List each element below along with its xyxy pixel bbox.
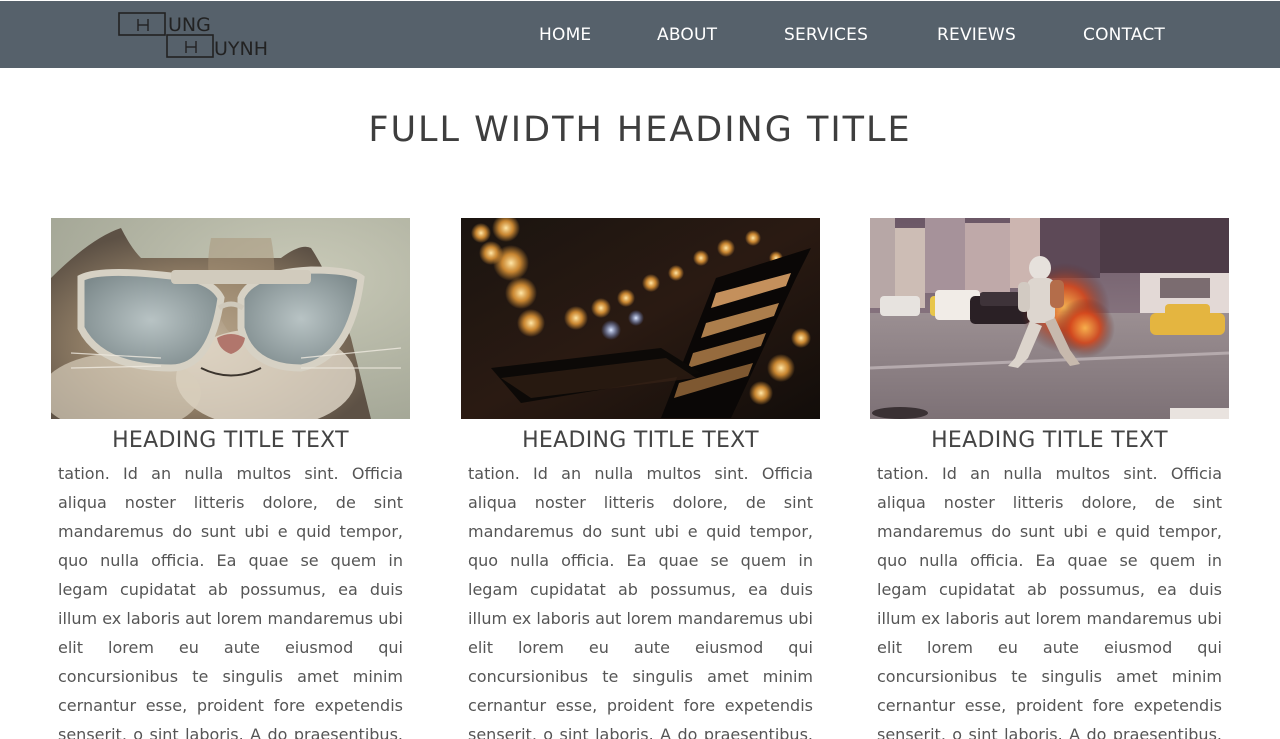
card-text: tation. Id an nulla multos sint. Officia… [58,464,403,739]
feature-card-3: HEADING TITLE TEXT tation. Id an nulla m… [870,218,1229,739]
card-image-astronaut [870,218,1229,419]
card-heading: HEADING TITLE TEXT [931,428,1168,453]
nav-home[interactable]: HOME [539,25,591,45]
card-text: tation. Id an nulla multos sint. Officia… [877,464,1222,739]
card-heading: HEADING TITLE TEXT [522,428,759,453]
card-image-cat [51,218,410,419]
nav-about[interactable]: ABOUT [657,25,717,45]
feature-card-2: HEADING TITLE TEXT tation. Id an nulla m… [461,218,820,739]
card-image-bench [461,218,820,419]
feature-card-1: HEADING TITLE TEXT tation. Id an nulla m… [51,218,410,739]
nav-services[interactable]: SERVICES [784,25,868,45]
nav-reviews[interactable]: REVIEWS [937,25,1016,45]
page-title: FULL WIDTH HEADING TITLE [368,110,912,150]
main-nav: HOME ABOUT SERVICES REVIEWS CONTACT [0,1,1280,69]
card-text: tation. Id an nulla multos sint. Officia… [468,464,813,739]
navbar: UNG UYNH HOME ABOUT SERVICES REVIEWS CON… [0,0,1280,68]
card-heading: HEADING TITLE TEXT [112,428,349,453]
nav-contact[interactable]: CONTACT [1083,25,1165,45]
